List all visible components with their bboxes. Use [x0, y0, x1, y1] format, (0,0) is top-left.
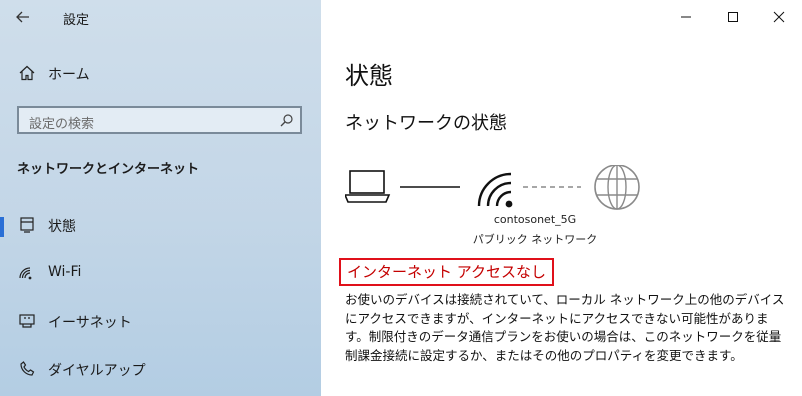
network-diagram-graphic: [343, 164, 640, 210]
nav-home[interactable]: ホーム: [0, 52, 321, 96]
sidebar: 設定 ホーム 設定の検索 ネットワークとインターネット 状態 Wi-Fi イーサ…: [0, 0, 321, 396]
minimize-icon: [681, 16, 691, 18]
globe-icon: [594, 164, 640, 210]
sidebar-item-label: ダイヤルアップ: [48, 363, 146, 379]
sidebar-item-wifi[interactable]: Wi-Fi: [0, 252, 321, 296]
search-icon: [280, 114, 293, 127]
sidebar-item-label: イーサネット: [48, 315, 132, 331]
sidebar-item-status[interactable]: 状態: [0, 204, 321, 248]
app-title: 設定: [63, 13, 90, 28]
search-placeholder: 設定の検索: [29, 117, 95, 132]
home-icon: [19, 65, 35, 81]
status-icon: [20, 217, 34, 233]
ethernet-icon: [19, 314, 35, 328]
selection-indicator: [0, 217, 4, 237]
titlebar-left: 設定: [0, 0, 321, 34]
minimize-button[interactable]: [663, 0, 709, 34]
network-diagram: contosonet_5G パブリック ネットワーク: [343, 164, 645, 246]
dialup-icon: [20, 361, 35, 376]
wifi-signal-icon: [477, 172, 513, 208]
main-content: 状態 ネットワークの状態 contosonet_5G パブリック ネットワーク: [321, 0, 802, 396]
network-name: contosonet_5G: [493, 213, 577, 226]
wifi-icon: [19, 267, 32, 280]
search-input[interactable]: 設定の検索: [17, 106, 302, 134]
close-icon: [773, 11, 785, 23]
section-title: ネットワークとインターネット: [17, 162, 200, 177]
network-type: パブリック ネットワーク: [472, 233, 598, 246]
maximize-button[interactable]: [710, 0, 756, 34]
laptop-icon: [343, 170, 391, 203]
nav-home-label: ホーム: [48, 67, 90, 83]
page-title: 状態: [345, 62, 393, 90]
sidebar-item-label: 状態: [48, 219, 76, 235]
sidebar-item-label: Wi-Fi: [48, 264, 82, 280]
sidebar-item-dialup[interactable]: ダイヤルアップ: [0, 348, 321, 392]
maximize-icon: [728, 12, 738, 22]
back-arrow-icon: [16, 11, 29, 23]
connection-status: インターネット アクセスなし: [339, 258, 555, 286]
sidebar-item-ethernet[interactable]: イーサネット: [0, 300, 321, 344]
section-subtitle: ネットワークの状態: [345, 113, 507, 134]
status-description: お使いのデバイスは接続されていて、ローカル ネットワーク上の他のデバイスにアクセ…: [345, 292, 785, 363]
back-button[interactable]: [12, 6, 34, 28]
close-button[interactable]: [756, 0, 802, 34]
